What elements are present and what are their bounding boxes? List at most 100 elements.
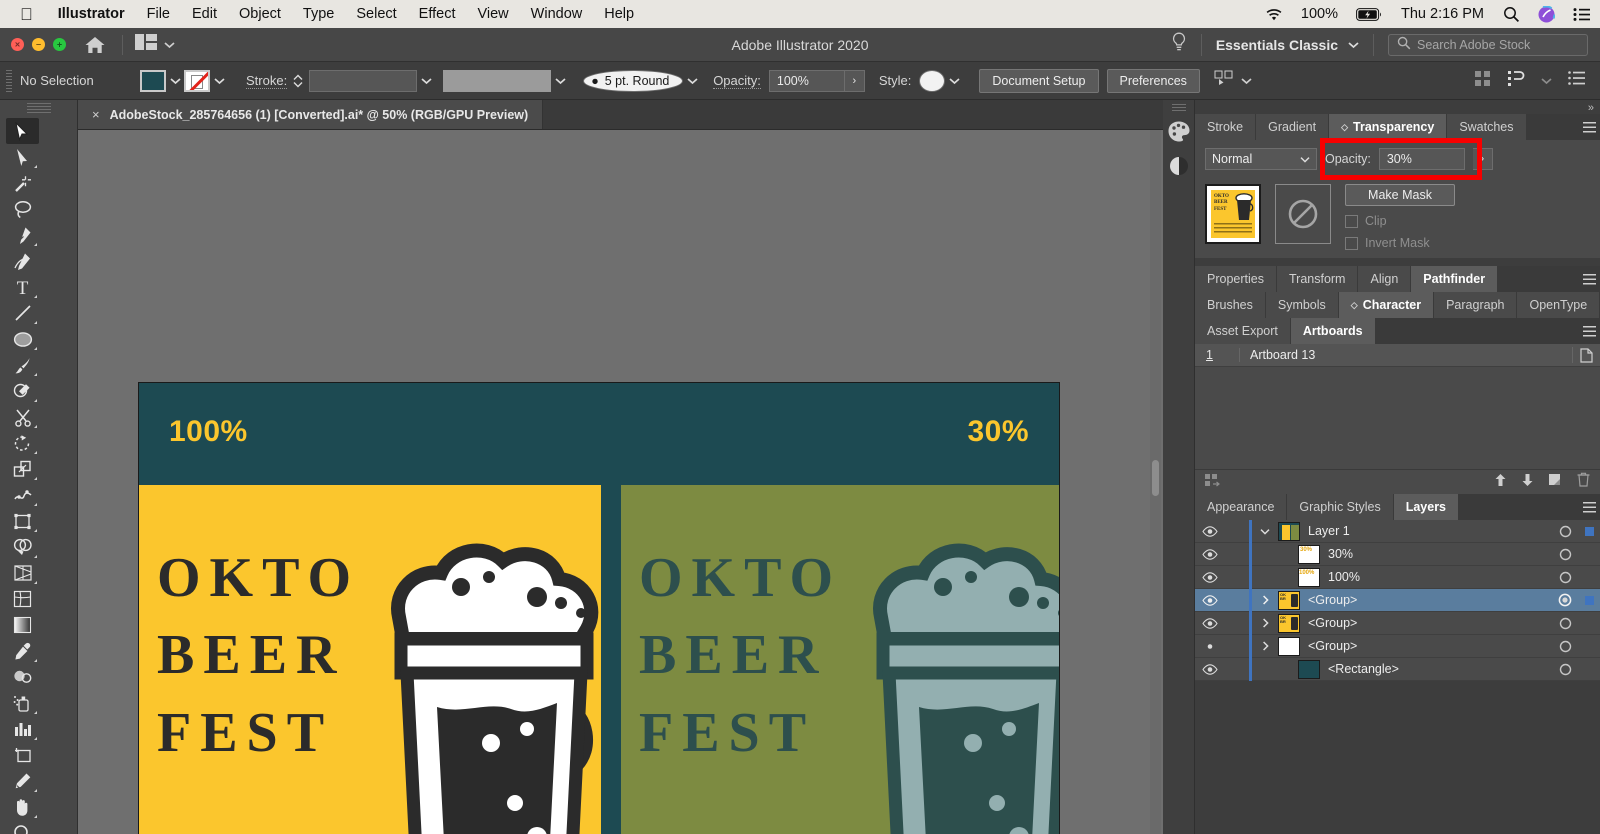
mask-thumbnail-empty[interactable] [1275, 184, 1331, 244]
poster-100-percent[interactable]: OKTO BEER FEST [139, 485, 601, 834]
target-circle-icon[interactable] [1552, 525, 1578, 538]
chevron-down-icon[interactable] [164, 36, 175, 54]
type-tool[interactable]: T [6, 274, 39, 300]
minimize-window-button[interactable]: − [32, 38, 45, 51]
panel-menu-icon-5[interactable] [1578, 494, 1600, 520]
blend-mode-select[interactable]: Normal [1205, 148, 1317, 170]
tab-pathfinder[interactable]: Pathfinder [1411, 266, 1499, 292]
menu-edit[interactable]: Edit [181, 6, 228, 22]
arrange-documents-icon[interactable] [135, 34, 157, 55]
scale-tool[interactable] [6, 456, 39, 482]
fill-chevron-down-icon[interactable] [166, 70, 184, 92]
stroke-weight-stepper[interactable] [291, 74, 305, 88]
blend-tool[interactable] [6, 664, 39, 690]
layer-name[interactable]: <Group> [1308, 616, 1552, 630]
layer-disclosure-chevron-down-icon[interactable] [1252, 528, 1278, 535]
tab-artboards[interactable]: Artboards [1290, 318, 1376, 344]
visibility-eye-icon[interactable] [1195, 571, 1225, 583]
graphic-style-swatch[interactable] [919, 69, 946, 92]
move-up-icon[interactable] [1494, 473, 1507, 492]
search-icon[interactable] [1494, 6, 1529, 23]
tab-opentype[interactable]: OpenType [1517, 292, 1600, 318]
layer-row-selected[interactable]: OK BR <Group> [1195, 588, 1600, 612]
workspace-chevron-down-icon[interactable] [1348, 36, 1359, 54]
opacity-expand-button[interactable]: › [844, 69, 865, 92]
tab-transparency[interactable]: ◇ Transparency [1329, 114, 1448, 140]
ellipse-tool[interactable] [6, 326, 39, 352]
artwork-thumbnail[interactable]: OKTO BEER FEST [1205, 184, 1261, 244]
align-icon[interactable] [1507, 70, 1525, 92]
visibility-eye-icon[interactable] [1195, 594, 1225, 606]
tab-paragraph[interactable]: Paragraph [1434, 292, 1518, 318]
tab-transform[interactable]: Transform [1276, 266, 1359, 292]
panel-menu-icon-2[interactable] [1578, 266, 1600, 292]
expand-panels-icon[interactable]: » [1588, 102, 1594, 114]
poster-30-percent[interactable]: OKTO BEER FEST [621, 485, 1059, 834]
menu-type[interactable]: Type [292, 6, 345, 22]
layer-name[interactable]: 30% [1328, 547, 1552, 561]
column-graph-tool[interactable] [6, 716, 39, 742]
shape-builder-tool[interactable] [6, 534, 39, 560]
selection-tool[interactable] [6, 118, 39, 144]
tab-appearance[interactable]: Appearance [1195, 494, 1288, 520]
menu-help[interactable]: Help [593, 6, 645, 22]
arrange-documents-control[interactable] [135, 34, 175, 55]
stroke-weight-label[interactable]: Stroke: [246, 73, 288, 89]
control-center-icon[interactable] [1564, 7, 1600, 21]
layers-list[interactable]: Layer 1 30% 30% 100% 100% OK BR <Group> … [1195, 519, 1600, 681]
target-circle-icon[interactable] [1552, 663, 1578, 676]
search-input[interactable]: Search Adobe Stock [1417, 38, 1530, 52]
document-setup-button[interactable]: Document Setup [979, 68, 1099, 93]
menubar-clock[interactable]: Thu 2:16 PM [1391, 6, 1494, 22]
clip-checkbox[interactable] [1345, 214, 1358, 228]
menu-view[interactable]: View [466, 6, 519, 22]
grid-icon[interactable] [1474, 70, 1491, 92]
menu-window[interactable]: Window [520, 6, 594, 22]
lasso-tool[interactable] [6, 196, 39, 222]
line-segment-tool[interactable] [6, 300, 39, 326]
artboard-name[interactable]: Artboard 13 [1239, 348, 1572, 362]
stroke-chevron-down-icon[interactable] [210, 70, 228, 92]
scissors-tool[interactable] [6, 404, 39, 430]
style-chevron-down-icon[interactable] [945, 70, 963, 92]
direct-selection-tool[interactable] [6, 144, 39, 170]
tab-gradient[interactable]: Gradient [1256, 114, 1330, 140]
target-circle-icon[interactable] [1552, 640, 1578, 653]
visibility-eye-icon[interactable] [1195, 548, 1225, 560]
apple-icon[interactable]:  [0, 6, 47, 23]
magic-wand-tool[interactable] [6, 170, 39, 196]
layer-name[interactable]: Layer 1 [1308, 524, 1552, 538]
tools-panel-grip[interactable] [26, 103, 51, 113]
target-circle-icon[interactable] [1552, 548, 1578, 561]
select-similar-icon[interactable] [1214, 70, 1234, 92]
transparency-opacity-expand-button[interactable]: › [1472, 148, 1493, 170]
wifi-icon[interactable] [1256, 8, 1292, 21]
document-tab[interactable]: × AdobeStock_285764656 (1) [Converted].a… [78, 100, 544, 129]
hamburger-menu-icon[interactable] [1568, 71, 1586, 90]
layer-name[interactable]: <Group> [1308, 593, 1552, 607]
layer-disclosure-chevron-right-icon[interactable] [1252, 618, 1278, 628]
stroke-profile-chevron-down-icon[interactable] [551, 70, 569, 92]
battery-charging-icon[interactable] [1347, 7, 1391, 21]
control-bar-grip[interactable] [6, 69, 12, 92]
adobe-stock-search[interactable]: Search Adobe Stock [1388, 33, 1588, 56]
artboards-list[interactable]: 1 Artboard 13 [1195, 344, 1600, 470]
make-mask-button[interactable]: Make Mask [1345, 184, 1455, 206]
visibility-eye-icon[interactable] [1195, 641, 1225, 652]
delete-icon[interactable] [1577, 472, 1590, 492]
brush-definition-field[interactable]: ● 5 pt. Round [583, 69, 684, 92]
symbol-sprayer-tool[interactable] [6, 690, 39, 716]
tab-layers[interactable]: Layers [1393, 494, 1460, 520]
invert-mask-checkbox[interactable] [1345, 236, 1358, 250]
pen-tool[interactable] [6, 222, 39, 248]
layer-row[interactable]: 30% 30% [1195, 542, 1600, 566]
mesh-tool[interactable] [6, 586, 39, 612]
tab-character[interactable]: ◇ Character [1338, 292, 1435, 318]
select-similar-control[interactable] [1214, 70, 1252, 92]
select-similar-chevron-down-icon[interactable] [1241, 72, 1252, 90]
brush-chevron-down-icon[interactable] [683, 70, 701, 92]
menu-effect[interactable]: Effect [408, 6, 467, 22]
free-transform-tool[interactable] [6, 508, 39, 534]
artboard-row[interactable]: 1 Artboard 13 [1195, 344, 1600, 367]
workspace-switcher-label[interactable]: Essentials Classic [1216, 37, 1338, 53]
